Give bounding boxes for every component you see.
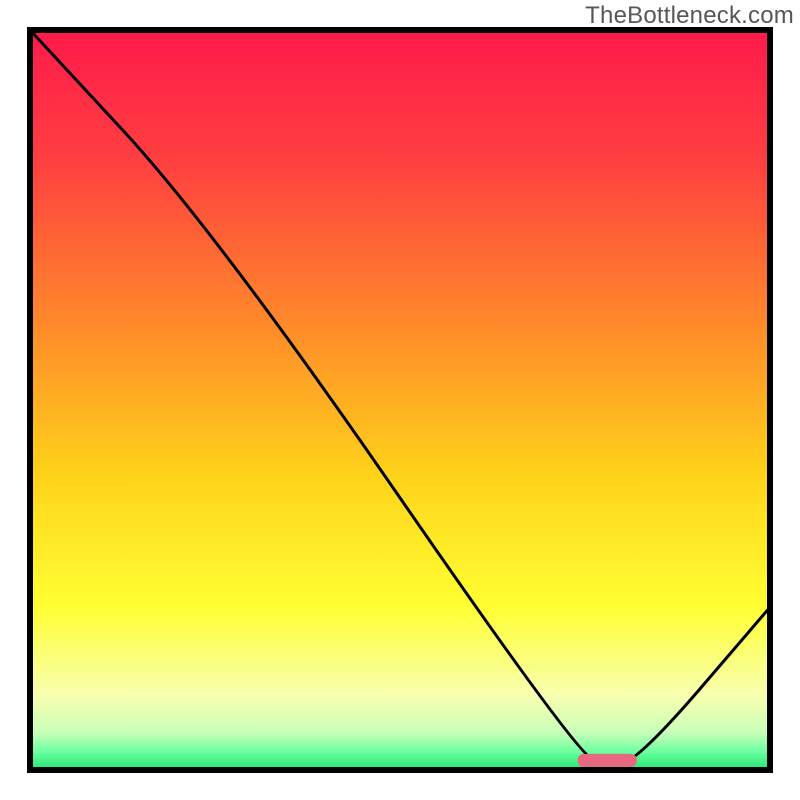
optimum-marker — [578, 754, 637, 767]
chart-container: TheBottleneck.com — [0, 0, 800, 800]
bottleneck-chart — [0, 0, 800, 800]
gradient-background — [30, 30, 770, 770]
